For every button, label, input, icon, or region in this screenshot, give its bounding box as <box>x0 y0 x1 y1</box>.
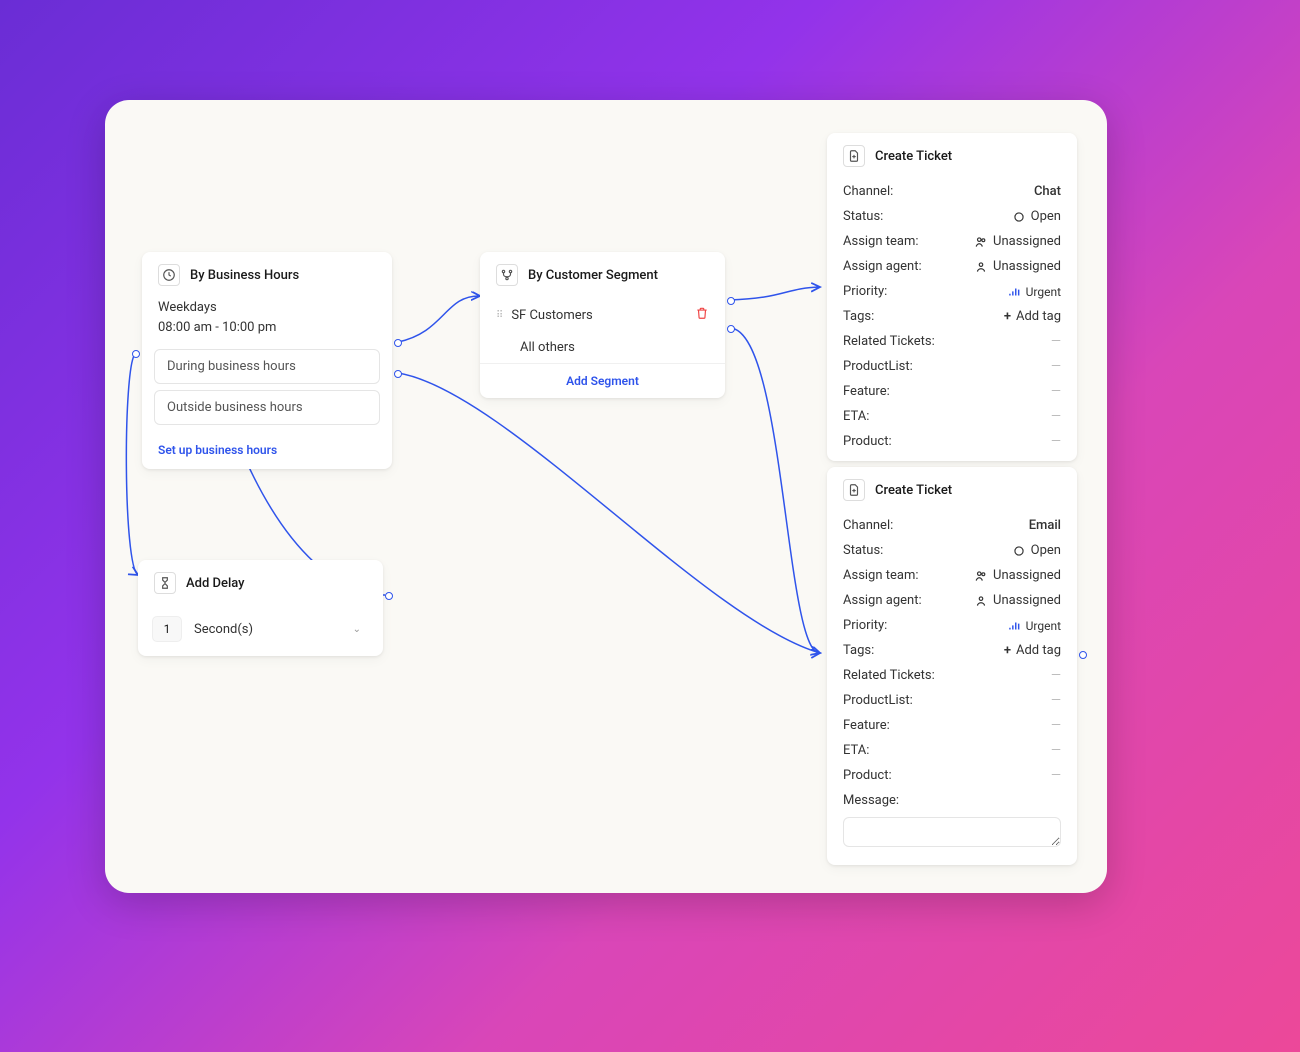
ticket-icon <box>843 145 865 167</box>
team-label: Assign team: <box>843 568 919 583</box>
card-title: By Business Hours <box>190 268 299 283</box>
delay-unit-select[interactable]: Second(s) ⌄ <box>194 622 369 637</box>
tags-label: Tags: <box>843 309 874 324</box>
during-hours-option[interactable]: During business hours <box>154 349 380 384</box>
team-label: Assign team: <box>843 234 919 249</box>
card-title: Create Ticket <box>875 149 952 164</box>
delay-unit-label: Second(s) <box>194 622 253 637</box>
circle-icon <box>1012 544 1026 558</box>
ticket-icon <box>843 479 865 501</box>
chart-bars-icon <box>1007 619 1021 633</box>
empty-value[interactable]: — <box>1051 409 1061 424</box>
empty-value[interactable]: — <box>1051 434 1061 449</box>
person-icon <box>974 260 988 274</box>
add-segment-button[interactable]: Add Segment <box>480 363 725 398</box>
channel-label: Channel: <box>843 184 893 199</box>
branch-icon <box>496 264 518 286</box>
product-label: Product: <box>843 768 892 783</box>
card-title: Add Delay <box>186 576 245 591</box>
port[interactable] <box>727 325 735 333</box>
chevron-down-icon: ⌄ <box>353 624 361 635</box>
empty-value[interactable]: — <box>1051 743 1061 758</box>
setup-hours-link[interactable]: Set up business hours <box>142 431 392 469</box>
segment-item[interactable]: ⠿ SF Customers <box>480 298 725 332</box>
business-hours-days: Weekdays <box>142 298 392 318</box>
empty-value[interactable]: — <box>1051 334 1061 349</box>
related-label: Related Tickets: <box>843 334 935 349</box>
card-title: Create Ticket <box>875 483 952 498</box>
message-textarea[interactable] <box>843 817 1061 847</box>
create-ticket-card-2[interactable]: Create Ticket Channel:Email Status:Open … <box>827 467 1077 865</box>
card-header: Add Delay <box>138 560 383 606</box>
empty-value[interactable]: — <box>1051 384 1061 399</box>
productlist-label: ProductList: <box>843 693 913 708</box>
chart-bars-icon <box>1007 285 1021 299</box>
port[interactable] <box>727 297 735 305</box>
tags-label: Tags: <box>843 643 874 658</box>
channel-value[interactable]: Chat <box>1034 184 1061 199</box>
card-title: By Customer Segment <box>528 268 658 283</box>
port[interactable] <box>394 370 402 378</box>
person-icon <box>974 594 988 608</box>
team-value[interactable]: Unassigned <box>974 568 1061 583</box>
port[interactable] <box>385 592 393 600</box>
workflow-canvas[interactable]: By Business Hours Weekdays 08:00 am - 10… <box>105 100 1107 893</box>
related-label: Related Tickets: <box>843 668 935 683</box>
channel-value[interactable]: Email <box>1029 518 1061 533</box>
priority-label: Priority: <box>843 618 887 633</box>
agent-value[interactable]: Unassigned <box>974 259 1061 274</box>
create-ticket-card-1[interactable]: Create Ticket Channel: Chat Status: Open A… <box>827 133 1077 461</box>
empty-value[interactable]: — <box>1051 768 1061 783</box>
card-header: Create Ticket <box>827 133 1077 179</box>
status-label: Status: <box>843 209 883 224</box>
productlist-label: ProductList: <box>843 359 913 374</box>
feature-label: Feature: <box>843 718 890 733</box>
segment-all-others[interactable]: All others <box>480 332 725 363</box>
feature-label: Feature: <box>843 384 890 399</box>
status-label: Status: <box>843 543 883 558</box>
empty-value[interactable]: — <box>1051 693 1061 708</box>
add-tag-button[interactable]: +Add tag <box>1004 643 1061 658</box>
status-value[interactable]: Open <box>1012 543 1061 558</box>
delay-value-input[interactable]: 1 <box>152 616 182 642</box>
delete-icon[interactable] <box>695 306 709 324</box>
add-delay-card[interactable]: Add Delay 1 Second(s) ⌄ <box>138 560 383 656</box>
priority-label: Priority: <box>843 284 887 299</box>
plus-icon: + <box>1004 643 1011 658</box>
outside-hours-option[interactable]: Outside business hours <box>154 390 380 425</box>
priority-value[interactable]: Urgent <box>1007 285 1061 299</box>
business-hours-card[interactable]: By Business Hours Weekdays 08:00 am - 10… <box>142 252 392 469</box>
empty-value[interactable]: — <box>1051 668 1061 683</box>
customer-segment-card[interactable]: By Customer Segment ⠿ SF Customers All o… <box>480 252 725 398</box>
people-icon <box>974 569 988 583</box>
empty-value[interactable]: — <box>1051 718 1061 733</box>
channel-label: Channel: <box>843 518 893 533</box>
eta-label: ETA: <box>843 409 869 424</box>
message-label: Message: <box>843 793 899 808</box>
drag-handle-icon[interactable]: ⠿ <box>496 310 501 321</box>
add-tag-button[interactable]: +Add tag <box>1004 309 1061 324</box>
agent-value[interactable]: Unassigned <box>974 593 1061 608</box>
segment-label: SF Customers <box>511 308 592 323</box>
product-label: Product: <box>843 434 892 449</box>
port[interactable] <box>1079 651 1087 659</box>
port[interactable] <box>132 350 140 358</box>
business-hours-time: 08:00 am - 10:00 pm <box>142 318 392 344</box>
circle-icon <box>1012 210 1026 224</box>
clock-icon <box>158 264 180 286</box>
port[interactable] <box>394 339 402 347</box>
agent-label: Assign agent: <box>843 259 922 274</box>
card-header: By Customer Segment <box>480 252 725 298</box>
status-value[interactable]: Open <box>1012 209 1061 224</box>
card-header: Create Ticket <box>827 467 1077 513</box>
empty-value[interactable]: — <box>1051 359 1061 374</box>
hourglass-icon <box>154 572 176 594</box>
plus-icon: + <box>1004 309 1011 324</box>
people-icon <box>974 235 988 249</box>
priority-value[interactable]: Urgent <box>1007 619 1061 633</box>
eta-label: ETA: <box>843 743 869 758</box>
team-value[interactable]: Unassigned <box>974 234 1061 249</box>
card-header: By Business Hours <box>142 252 392 298</box>
agent-label: Assign agent: <box>843 593 922 608</box>
